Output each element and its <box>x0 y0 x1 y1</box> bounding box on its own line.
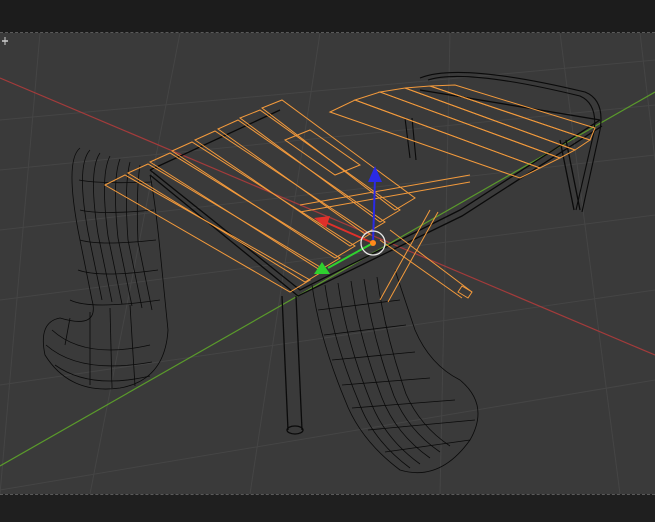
viewport-canvas <box>0 33 655 494</box>
3d-viewport[interactable] <box>0 33 655 494</box>
viewport-header <box>0 0 655 33</box>
seat-right-front[interactable] <box>311 269 479 474</box>
region-expand-icon[interactable] <box>0 33 8 49</box>
seat-right-back[interactable] <box>404 71 602 213</box>
gizmo-z-arrow[interactable] <box>368 166 382 182</box>
viewport-footer <box>0 494 655 522</box>
3d-cursor-center <box>370 240 376 246</box>
floor-grid <box>0 33 655 494</box>
gizmo-x-arrow[interactable] <box>314 216 330 228</box>
